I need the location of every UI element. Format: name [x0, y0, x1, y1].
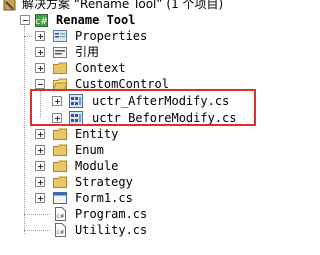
expand-toggle[interactable] [35, 129, 45, 139]
item-label: Enum [75, 143, 104, 157]
expand-toggle[interactable] [35, 63, 45, 73]
expand-toggle[interactable] [35, 31, 45, 41]
expand-toggle[interactable] [35, 193, 45, 203]
solution-explorer-tree: 解决方案 “Rename Tool” (1 个项目) c# Rename Too… [0, 0, 278, 255]
expand-toggle[interactable] [35, 161, 45, 171]
csharp-project-icon: c# [35, 14, 48, 27]
folder-icon [53, 144, 67, 156]
item-label: Properties [75, 29, 148, 43]
item-label: Utility.cs [75, 223, 148, 237]
item-label: Program.cs [75, 207, 148, 221]
item-label: Context [75, 61, 126, 75]
item-label: 引用 [75, 45, 100, 59]
svg-text:c#: c# [35, 17, 48, 27]
item-label: Form1.cs [75, 191, 133, 205]
collapse-toggle[interactable] [35, 79, 45, 89]
solution-icon [3, 0, 16, 11]
solution-label: 解决方案 “Rename Tool” (1 个项目) [22, 0, 224, 11]
properties-icon [53, 30, 67, 42]
csharp-file-icon: c# [55, 223, 66, 237]
folder-icon [53, 176, 67, 188]
csharp-file-icon: c# [55, 207, 66, 221]
svg-text:c#: c# [56, 229, 64, 236]
tree-line [24, 230, 50, 231]
highlight-box [30, 89, 256, 126]
collapse-toggle[interactable] [20, 15, 30, 25]
tree-line [24, 26, 25, 234]
references-icon [53, 47, 67, 58]
tree-line [24, 36, 32, 37]
folder-icon [53, 62, 67, 74]
folder-icon [53, 128, 67, 140]
svg-text:c#: c# [56, 213, 64, 220]
item-label: Strategy [75, 175, 133, 189]
item-label: Entity [75, 127, 119, 141]
folder-icon [53, 160, 67, 172]
expand-toggle[interactable] [35, 47, 45, 57]
tree-line [24, 214, 50, 215]
form-icon [53, 192, 67, 204]
item-label: Module [75, 159, 119, 173]
expand-toggle[interactable] [35, 177, 45, 187]
project-label: Rename Tool [56, 13, 136, 27]
expand-toggle[interactable] [35, 145, 45, 155]
